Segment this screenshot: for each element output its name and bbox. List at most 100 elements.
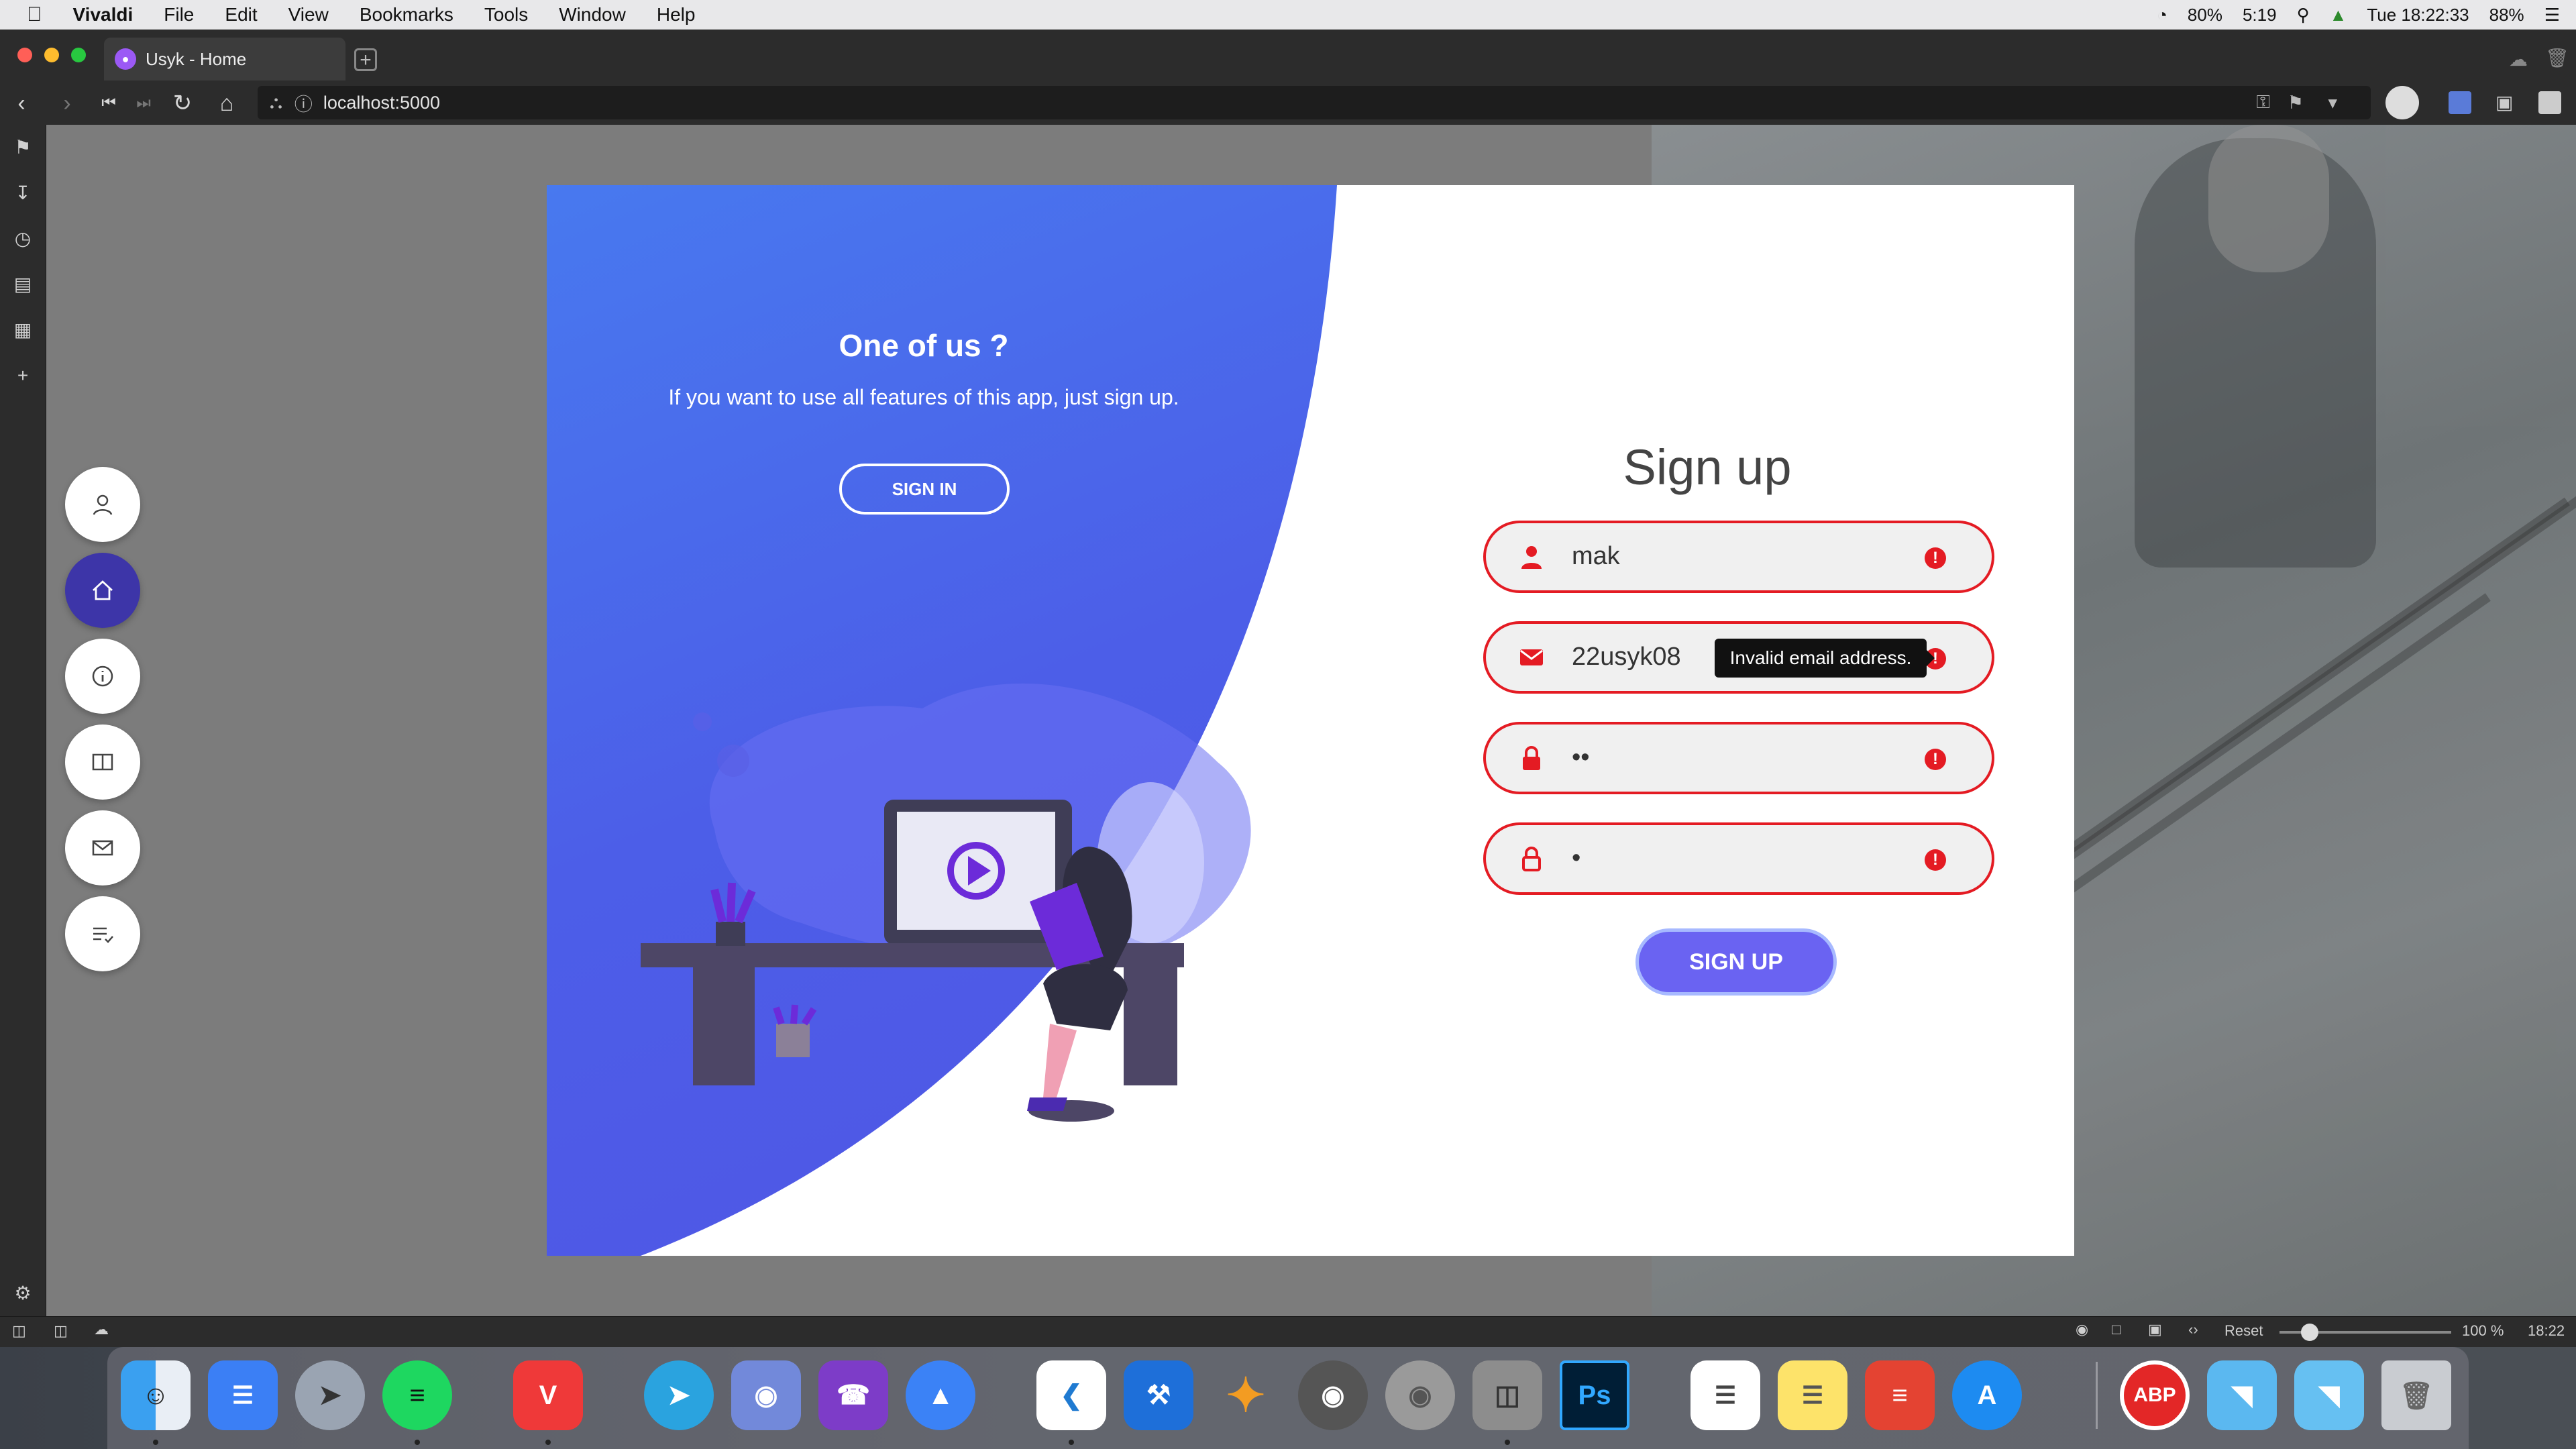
zoom-reset-button[interactable]: Reset [2224, 1322, 2263, 1340]
menu-bookmarks[interactable]: Bookmarks [360, 4, 453, 25]
sign-in-button[interactable]: SIGN IN [839, 464, 1010, 515]
status-clock: 18:22 [2528, 1322, 2565, 1339]
dock-discord-icon[interactable]: ◉ [731, 1360, 801, 1430]
history-panel-icon[interactable]: ◷ [11, 227, 35, 251]
zoom-slider-handle[interactable] [2301, 1324, 2318, 1341]
dock-transmit-icon[interactable]: ✦ [1211, 1360, 1281, 1430]
menu-file[interactable]: File [164, 4, 194, 25]
sync-icon[interactable]: ☁ [2509, 48, 2528, 70]
dock-lists-icon[interactable]: ☰ [208, 1360, 278, 1430]
menu-edit[interactable]: Edit [225, 4, 257, 25]
profile-avatar[interactable] [2385, 86, 2419, 119]
address-field[interactable]: ⛬ ⓘ localhost:5000 ⚿ ⚑ ▾ [258, 86, 2371, 119]
dock-viber-icon[interactable]: ☎ [818, 1360, 888, 1430]
confirm-password-field[interactable]: • ! [1483, 822, 1994, 895]
nav-user-button[interactable] [65, 467, 140, 542]
book-icon [92, 753, 113, 771]
menu-help[interactable]: Help [657, 4, 696, 25]
menu-app-name[interactable]: Vivaldi [73, 4, 133, 25]
downloads-panel-icon[interactable]: ↧ [11, 181, 35, 205]
image-icon[interactable]: ▣ [2148, 1321, 2162, 1338]
tab-tiling-icon[interactable]: ◫ [54, 1322, 68, 1340]
settings-icon[interactable]: ⚙ [11, 1281, 35, 1305]
close-window-button[interactable] [17, 48, 32, 62]
dock-vscode-icon[interactable]: ❮ [1036, 1360, 1106, 1430]
reload-button[interactable]: ↻ [169, 90, 196, 117]
menu-window[interactable]: Window [559, 4, 626, 25]
search-icon[interactable]: ⚲ [2297, 5, 2310, 25]
page-action-icon[interactable]: □ [2112, 1321, 2121, 1338]
nav-home-button[interactable] [65, 553, 140, 628]
password-field[interactable]: •• ! [1483, 722, 1994, 794]
zoom-window-button[interactable] [71, 48, 86, 62]
dock-finder-icon[interactable]: ☺ [121, 1360, 191, 1430]
home-icon [93, 580, 113, 600]
add-panel-icon[interactable]: + [11, 364, 35, 388]
dock-reminders-icon[interactable]: ☰ [1690, 1360, 1760, 1430]
forward-button[interactable]: › [54, 90, 80, 117]
key-icon[interactable]: ⚿ [2256, 92, 2270, 113]
nav-info-button[interactable] [65, 639, 140, 714]
new-tab-button[interactable]: + [354, 48, 377, 71]
url-text[interactable]: localhost:5000 [323, 93, 440, 113]
dock-folder-icon[interactable]: ◥ [2207, 1360, 2277, 1430]
dock-notes-icon[interactable]: ☰ [1778, 1360, 1847, 1430]
info-icon [92, 665, 113, 687]
dock-disk-utility-icon[interactable]: ◉ [1385, 1360, 1455, 1430]
tab-usyk-home[interactable]: ● Usyk - Home [104, 38, 345, 80]
dock-database-icon[interactable]: ◫ [1472, 1360, 1542, 1430]
dock-vivaldi-icon[interactable]: V [513, 1360, 583, 1430]
extension-icon[interactable]: ▣ [2496, 91, 2513, 113]
datetime[interactable]: Tue 18:22:33 [2367, 5, 2469, 25]
rewind-button[interactable]: ⏮ [95, 90, 122, 117]
minimize-window-button[interactable] [44, 48, 59, 62]
dock-telegram-icon[interactable]: ➤ [644, 1360, 714, 1430]
side-panel: ⚑ ↧ ◷ ▤ ▦ + ⚙ [0, 125, 46, 1316]
nav-mail-button[interactable] [65, 810, 140, 885]
bookmark-icon[interactable]: ⚑ [2288, 93, 2304, 113]
notes-panel-icon[interactable]: ▤ [11, 272, 35, 297]
apple-icon[interactable]:  [27, 3, 42, 26]
translate-icon[interactable] [2449, 91, 2471, 114]
dock-photoshop-icon[interactable]: Ps [1560, 1360, 1629, 1430]
nav-list-button[interactable] [65, 896, 140, 971]
cpu-icon[interactable]: ◔ [2157, 5, 2167, 25]
nav-book-button[interactable] [65, 724, 140, 800]
dock-adblock-icon[interactable]: ABP [2120, 1360, 2190, 1430]
dock-app-store-icon[interactable]: A [1952, 1360, 2022, 1430]
tab-title: Usyk - Home [146, 48, 247, 69]
email-error-tooltip: Invalid email address. [1715, 639, 1935, 678]
dock-launchpad-icon[interactable]: ➤ [295, 1360, 365, 1430]
camera-icon[interactable]: ◉ [2076, 1321, 2088, 1338]
dock-trash-icon[interactable]: 🗑 [2381, 1360, 2451, 1430]
menu-view[interactable]: View [288, 4, 329, 25]
fast-forward-button[interactable]: ⏭ [130, 90, 157, 117]
sign-up-button[interactable]: SIGN UP [1635, 928, 1837, 996]
home-button[interactable]: ⌂ [213, 90, 240, 117]
error-icon: ! [1925, 849, 1946, 871]
dock-running-indicator [415, 1440, 420, 1445]
dock-spotify-icon[interactable]: ≡ [382, 1360, 452, 1430]
menu-tools[interactable]: Tools [484, 4, 528, 25]
dock-todoist-icon[interactable]: ≡ [1865, 1360, 1935, 1430]
trash-icon[interactable]: 🗑 [2545, 47, 2569, 69]
code-icon[interactable]: ‹› [2188, 1321, 2198, 1338]
cloud-icon[interactable]: ☁ [94, 1321, 109, 1338]
battery-percent[interactable]: 88% [2489, 5, 2524, 25]
bookmarks-panel-icon[interactable]: ⚑ [11, 136, 35, 160]
username-field[interactable]: mak ! [1483, 521, 1994, 593]
dock-xcode-icon[interactable]: ⚒ [1124, 1360, 1193, 1430]
dock-downloads-folder-icon[interactable]: ◥ [2294, 1360, 2364, 1430]
dropdown-icon[interactable]: ▾ [2328, 93, 2337, 113]
dock-tableplus-icon[interactable]: ◉ [1298, 1360, 1368, 1430]
wifi-icon[interactable]: ▲ [2330, 5, 2347, 25]
dock-spark-icon[interactable]: ▲ [906, 1360, 975, 1430]
back-button[interactable]: ‹ [8, 90, 35, 117]
panel-toggle-icon[interactable]: ◫ [12, 1322, 26, 1340]
site-info-icon[interactable]: ⓘ [294, 90, 313, 116]
shield-icon[interactable]: ⛬ [270, 92, 282, 113]
window-panel-icon[interactable]: ▦ [11, 318, 35, 342]
control-center-icon[interactable]: ☰ [2544, 5, 2560, 25]
dock-running-indicator [1505, 1440, 1510, 1445]
extension-2-icon[interactable] [2538, 91, 2561, 114]
